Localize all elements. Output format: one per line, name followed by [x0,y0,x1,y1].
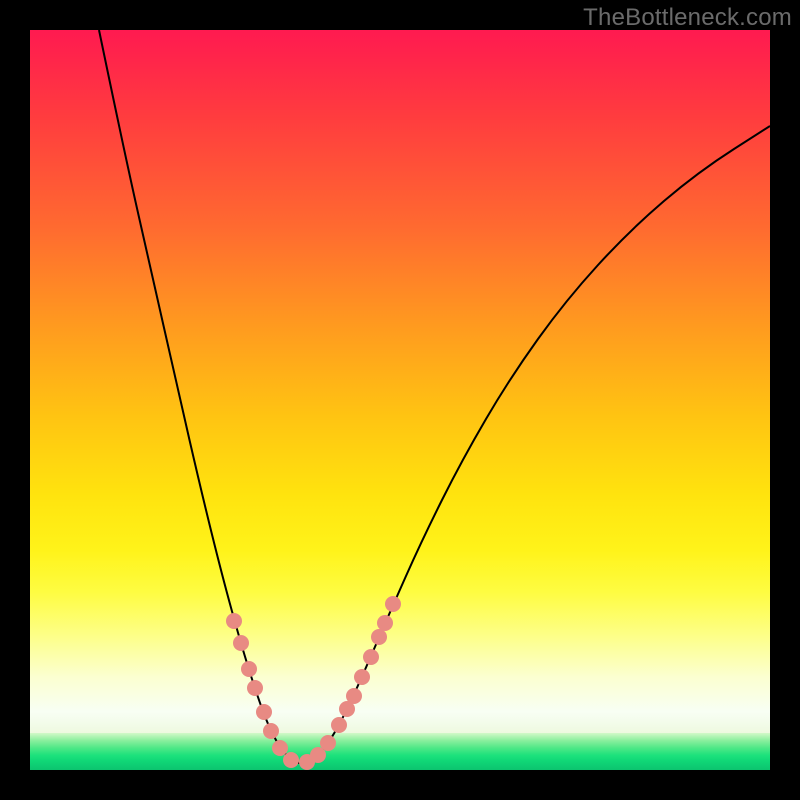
watermark-text: TheBottleneck.com [583,4,792,32]
bead-point [377,615,393,631]
bead-point [320,735,336,751]
bead-point [226,613,242,629]
beads-left [226,613,299,768]
bead-point [385,596,401,612]
beads-right [299,596,401,770]
plot-area [30,30,770,770]
curve-right [296,126,770,763]
bead-point [247,680,263,696]
bead-point [331,717,347,733]
bead-point [363,649,379,665]
bead-point [354,669,370,685]
bead-point [371,629,387,645]
bead-point [283,752,299,768]
bead-point [241,661,257,677]
bead-point [346,688,362,704]
chart-frame: TheBottleneck.com [0,0,800,800]
bottleneck-curve [30,30,770,770]
curve-left [99,30,296,763]
bead-point [256,704,272,720]
bead-point [233,635,249,651]
bead-point [272,740,288,756]
bead-point [263,723,279,739]
